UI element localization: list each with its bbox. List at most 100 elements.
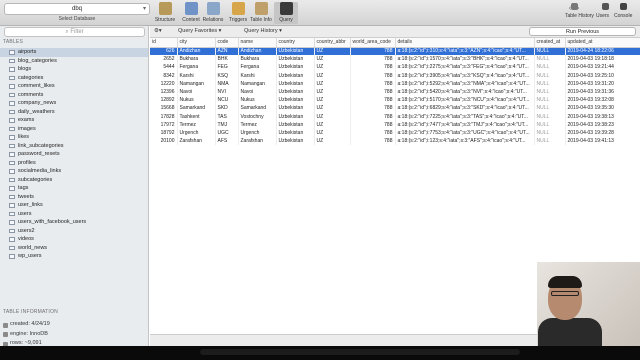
cell-country[interactable]: Uzbekistan — [276, 71, 315, 80]
sidebar-item-world-news[interactable]: world_news — [0, 244, 148, 253]
cell-city[interactable]: Navoi — [177, 87, 216, 97]
cell-world-area-code[interactable]: 788 — [350, 120, 396, 129]
sidebar-item-users[interactable]: users — [0, 210, 148, 219]
cell-details[interactable]: a:18:{s:2:"id";i:7225;s:4:"iata";s:3:"TA… — [395, 112, 535, 121]
cell-country-abbr[interactable]: UZ — [314, 63, 351, 72]
cell-id[interactable]: 626 — [150, 47, 178, 56]
cell-created-at[interactable]: NULL — [534, 120, 566, 129]
cell-created-at[interactable]: NULL — [534, 137, 566, 146]
sidebar-item-user-links[interactable]: user_links — [0, 201, 148, 210]
filter-input[interactable]: ⌕ Filter — [4, 27, 145, 37]
cell-city[interactable]: Namangan — [177, 79, 216, 88]
cell-country[interactable]: Uzbekistan — [276, 87, 315, 97]
cell-name[interactable]: Nukus — [238, 96, 277, 105]
sidebar-item-categories[interactable]: categories — [0, 74, 148, 83]
sidebar-item-daily-weathers[interactable]: daily_weathers — [0, 108, 148, 117]
cell-code[interactable]: AFS — [215, 137, 239, 146]
cell-id[interactable]: 12892 — [150, 96, 178, 105]
query-favorites-button[interactable]: Query Favorites ▾ — [178, 28, 221, 34]
cell-name[interactable]: Navoi — [238, 87, 277, 97]
table-row[interactable]: 12892 Nukus NCU Nukus Uzbekistan UZ 788 a:18:{s… — [150, 96, 640, 105]
cell-details[interactable]: a:18:{s:2:"id";i:1570;s:4:"iata";s:3:"BH… — [395, 55, 535, 64]
toolbar-button-structure[interactable]: Structure — [153, 2, 177, 24]
column-header-country[interactable]: country — [276, 38, 315, 48]
cell-world-area-code[interactable]: 788 — [350, 96, 396, 105]
cell-updated-at[interactable]: 2019-04-03 19:32:08 — [565, 96, 640, 105]
table-row[interactable]: 17828 Tashkent TAS Vostochny Uzbekistan UZ 788… — [150, 112, 640, 121]
sidebar-item-videos[interactable]: videos — [0, 235, 148, 244]
cell-name[interactable]: Vostochny — [238, 112, 277, 121]
cell-country-abbr[interactable]: UZ — [314, 79, 351, 88]
cell-code[interactable]: BHK — [215, 55, 239, 64]
cell-country-abbr[interactable]: UZ — [314, 128, 351, 138]
cell-created-at[interactable]: NULL — [534, 104, 566, 113]
cell-city[interactable]: Karshi — [177, 71, 216, 80]
cell-city[interactable]: Tashkent — [177, 112, 216, 121]
cell-city[interactable]: Fergana — [177, 63, 216, 72]
column-header-created-at[interactable]: created_at — [534, 38, 566, 48]
table-row[interactable]: 18792 Urgench UGC Urgench Uzbekistan UZ 788 a:1… — [150, 128, 640, 138]
cell-country-abbr[interactable]: UZ — [314, 96, 351, 105]
sidebar-item-comments[interactable]: comments — [0, 91, 148, 100]
cell-created-at[interactable]: NULL — [534, 112, 566, 121]
cell-country-abbr[interactable]: UZ — [314, 104, 351, 113]
toolbar-button-query[interactable]: Query — [274, 2, 298, 24]
cell-name[interactable]: Namangan — [238, 79, 277, 88]
cell-updated-at[interactable]: 2019-04-03 19:38:23 — [565, 120, 640, 129]
cell-world-area-code[interactable]: 788 — [350, 47, 396, 56]
column-header-country-abbr[interactable]: country_abbr — [314, 38, 351, 48]
cell-name[interactable]: Bukhara — [238, 55, 277, 64]
cell-id[interactable]: 20100 — [150, 137, 178, 146]
cell-id[interactable]: 8342 — [150, 71, 178, 80]
cell-id[interactable]: 12220 — [150, 79, 178, 88]
cell-country[interactable]: Uzbekistan — [276, 55, 315, 64]
table-row[interactable]: 2652 Bukhara BHK Bukhara Uzbekistan UZ 788 a:18… — [150, 55, 640, 64]
cell-country-abbr[interactable]: UZ — [314, 87, 351, 97]
cell-country[interactable]: Uzbekistan — [276, 120, 315, 129]
column-header-details[interactable]: details — [395, 38, 535, 48]
sidebar-item-password-resets[interactable]: password_resets — [0, 150, 148, 159]
table-row[interactable]: 12220 Namangan NMA Namangan Uzbekistan UZ 788 a… — [150, 79, 640, 88]
cell-code[interactable]: SKD — [215, 104, 239, 113]
column-header-code[interactable]: code — [215, 38, 239, 48]
cell-id[interactable]: 18792 — [150, 128, 178, 138]
sidebar-item-users2[interactable]: users2 — [0, 227, 148, 236]
query-history-button[interactable]: Query History ▾ — [244, 28, 282, 34]
cell-updated-at[interactable]: 2019-04-03 19:21:44 — [565, 63, 640, 72]
sidebar-item-link-subcategories[interactable]: link_subcategories — [0, 142, 148, 151]
cell-world-area-code[interactable]: 788 — [350, 104, 396, 113]
table-row[interactable]: 20100 Zarafshan AFS Zarafshan Uzbekistan UZ 78… — [150, 137, 640, 146]
table-row[interactable]: 8342 Karshi KSQ Karshi Uzbekistan UZ 788 a:18:{… — [150, 71, 640, 80]
cell-code[interactable]: NVI — [215, 87, 239, 97]
cell-name[interactable]: Termez — [238, 120, 277, 129]
cell-world-area-code[interactable]: 788 — [350, 128, 396, 138]
cell-details[interactable]: a:18:{s:2:"id";i:7477;s:4:"iata";s:3:"TM… — [395, 120, 535, 129]
cell-country-abbr[interactable]: UZ — [314, 47, 351, 56]
cell-updated-at[interactable]: 2019-04-03 19:25:10 — [565, 71, 640, 80]
cell-name[interactable]: Urgench — [238, 128, 277, 138]
cell-country-abbr[interactable]: UZ — [314, 137, 351, 146]
sidebar-item-company-news[interactable]: company_news — [0, 99, 148, 108]
cell-created-at[interactable]: NULL — [534, 71, 566, 80]
cell-updated-at[interactable]: 2019-04-03 19:31:36 — [565, 87, 640, 97]
cell-details[interactable]: a:18:{s:2:"id";i:7753;s:4:"iata";s:3:"UG… — [395, 128, 535, 138]
cell-created-at[interactable]: NULL — [534, 55, 566, 64]
cell-name[interactable]: Samarkand — [238, 104, 277, 113]
cell-code[interactable]: AZN — [215, 47, 239, 56]
cell-city[interactable]: Zarafshan — [177, 137, 216, 146]
cell-updated-at[interactable]: 2019-04-24 18:22:06 — [565, 47, 640, 56]
cell-name[interactable]: Zarafshan — [238, 137, 277, 146]
cell-created-at[interactable]: NULL — [534, 79, 566, 88]
cell-details[interactable]: a:18:{s:2:"id";i:3905;s:4:"iata";s:3:"KS… — [395, 71, 535, 80]
cell-country[interactable]: Uzbekistan — [276, 96, 315, 105]
cell-country-abbr[interactable]: UZ — [314, 55, 351, 64]
sidebar-item-blog-categories[interactable]: blog_categories — [0, 57, 148, 66]
cell-details[interactable]: a:18:{s:2:"id";i:123;s:4:"iata";s:3:"AFS… — [395, 137, 535, 146]
sidebar-item-wp-users[interactable]: wp_users — [0, 252, 148, 261]
column-header-name[interactable]: name — [238, 38, 277, 48]
cell-updated-at[interactable]: 2019-04-03 19:18:18 — [565, 55, 640, 64]
toolbar-button-table-info[interactable]: Table Info — [249, 2, 273, 24]
cell-id[interactable]: 2652 — [150, 55, 178, 64]
cell-created-at[interactable]: NULL — [534, 87, 566, 97]
cell-updated-at[interactable]: 2019-04-03 19:39:28 — [565, 128, 640, 138]
